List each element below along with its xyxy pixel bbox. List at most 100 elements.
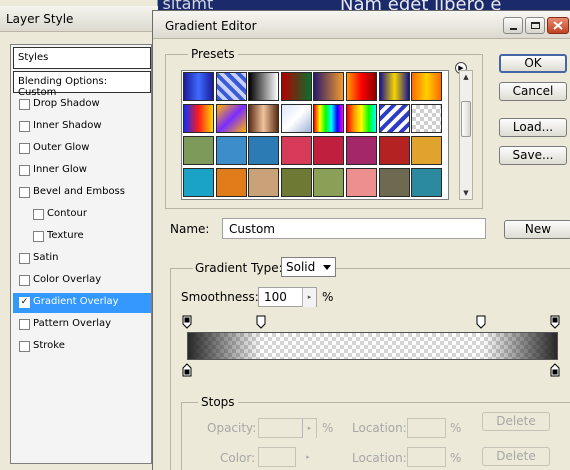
preset-swatch[interactable] [313, 168, 345, 197]
opacity-stop-mid-right[interactable] [476, 315, 486, 329]
style-checkbox[interactable] [19, 121, 30, 132]
gradient-editor-titlebar: Gradient Editor [153, 11, 570, 39]
gradient-type-select[interactable]: Solid [281, 257, 336, 277]
style-item[interactable]: Color Overlay [13, 271, 151, 291]
smoothness-input[interactable]: 100 ▸ [258, 287, 317, 307]
preset-swatch[interactable] [248, 72, 280, 101]
color-stop-right[interactable] [550, 363, 560, 377]
smoothness-stepper-icon[interactable]: ▸ [302, 288, 316, 307]
blending-options[interactable]: Blending Options: Custom [13, 71, 151, 98]
preset-swatch[interactable] [280, 136, 312, 165]
preset-swatch[interactable] [313, 136, 345, 165]
opacity-stop-right[interactable] [550, 315, 560, 329]
preset-swatch[interactable] [183, 104, 214, 133]
scroll-down-icon[interactable]: ▼ [460, 187, 472, 199]
opacity-input: ▸ [258, 418, 317, 438]
opacity-location-unit: % [450, 421, 462, 435]
close-button[interactable] [547, 17, 569, 34]
preset-swatch[interactable] [183, 136, 214, 165]
style-item[interactable]: Contour [13, 205, 151, 225]
style-checkbox[interactable] [19, 187, 30, 198]
color-location-input [407, 447, 446, 467]
style-checkbox[interactable] [19, 275, 30, 286]
preset-swatch[interactable] [280, 72, 312, 101]
preset-swatch[interactable] [248, 136, 280, 165]
opacity-label: Opacity: [207, 421, 257, 435]
name-input[interactable]: Custom [222, 218, 486, 239]
preset-swatch[interactable] [346, 104, 377, 133]
style-item[interactable]: Bevel and Emboss [13, 183, 151, 203]
gradient-preview-bar[interactable] [187, 332, 558, 360]
cancel-button[interactable]: Cancel [499, 82, 567, 101]
chevron-down-icon [323, 265, 331, 270]
preset-swatch[interactable] [248, 104, 280, 133]
maximize-button[interactable] [525, 17, 545, 34]
gradient-type-label: Gradient Type: [193, 261, 285, 275]
preset-swatch[interactable] [378, 104, 410, 133]
style-item-label: Satin [33, 252, 59, 263]
preset-swatch[interactable] [215, 104, 247, 133]
preset-swatch[interactable] [411, 168, 443, 197]
preset-swatch[interactable] [378, 72, 410, 101]
styles-header[interactable]: Styles [13, 47, 151, 69]
scroll-thumb[interactable] [461, 101, 471, 137]
style-checkbox[interactable] [33, 231, 44, 242]
close-icon [553, 21, 563, 30]
opacity-stop-mid-left[interactable] [256, 315, 266, 329]
preset-swatch[interactable] [215, 136, 247, 165]
preset-swatch[interactable] [280, 104, 312, 133]
style-checkbox[interactable] [19, 341, 30, 352]
style-item[interactable]: Pattern Overlay [13, 315, 151, 335]
preset-swatch[interactable] [411, 72, 443, 101]
preset-swatch[interactable] [346, 72, 377, 101]
style-item[interactable]: Satin [13, 249, 151, 269]
style-checkbox[interactable] [33, 209, 44, 220]
preset-swatch[interactable] [280, 168, 312, 197]
style-item[interactable]: Stroke [13, 337, 151, 357]
presets-scrollbar[interactable]: ▲ ▼ [459, 70, 473, 200]
preset-swatch[interactable] [313, 72, 345, 101]
preset-swatch[interactable] [248, 168, 280, 197]
style-item[interactable]: Drop Shadow [13, 95, 151, 115]
scroll-up-icon[interactable]: ▲ [460, 71, 472, 83]
minimize-button[interactable] [503, 17, 523, 34]
preset-swatch[interactable] [183, 72, 214, 101]
layer-style-title: Layer Style [6, 12, 74, 26]
style-item[interactable]: Texture [13, 227, 151, 247]
new-button[interactable]: New [504, 220, 570, 239]
preset-swatch[interactable] [411, 136, 443, 165]
preset-swatch[interactable] [411, 104, 443, 133]
style-checkbox[interactable] [19, 165, 30, 176]
save-button[interactable]: Save... [499, 146, 567, 165]
preset-swatch[interactable] [215, 72, 247, 101]
style-item[interactable]: Inner Glow [13, 161, 151, 181]
style-checkbox[interactable] [19, 319, 30, 330]
style-item[interactable]: Outer Glow [13, 139, 151, 159]
preset-swatch[interactable] [378, 168, 410, 197]
preset-swatch[interactable] [183, 168, 214, 197]
preset-swatch[interactable] [215, 168, 247, 197]
style-checkbox[interactable] [19, 253, 30, 264]
style-item[interactable]: Inner Shadow [13, 117, 151, 137]
style-item-label: Drop Shadow [33, 98, 100, 109]
opacity-stepper-icon: ▸ [302, 419, 316, 438]
style-checkbox[interactable] [19, 99, 30, 110]
layer-style-dialog: Layer Style Styles Blending Options: Cus… [0, 0, 158, 470]
preset-swatch[interactable] [346, 136, 377, 165]
color-location-label: Location: [352, 451, 407, 465]
maximize-icon [531, 22, 540, 29]
preset-swatch[interactable] [378, 136, 410, 165]
load-button[interactable]: Load... [499, 118, 567, 137]
color-stop-left[interactable] [182, 363, 192, 377]
style-checkbox[interactable] [19, 143, 30, 154]
opacity-stop-left[interactable] [182, 315, 192, 329]
style-checkbox[interactable]: ✓ [19, 297, 30, 308]
color-swatch [258, 447, 296, 467]
ok-button[interactable]: OK [499, 54, 567, 73]
style-item[interactable]: ✓ Gradient Overlay [13, 293, 151, 313]
color-menu-icon: ▸ [301, 448, 315, 467]
minimize-icon [510, 28, 517, 30]
style-item-label: Texture [47, 230, 84, 241]
preset-swatch[interactable] [346, 168, 377, 197]
preset-swatch[interactable] [313, 104, 345, 133]
